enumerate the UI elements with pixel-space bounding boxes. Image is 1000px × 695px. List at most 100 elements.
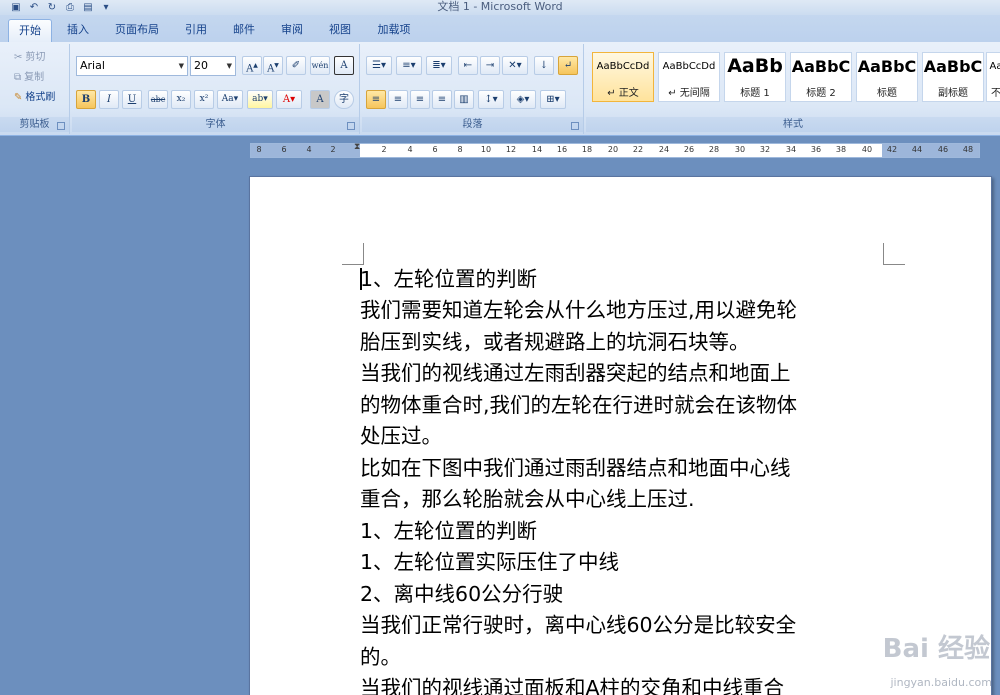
ruler-number: 14 bbox=[531, 145, 543, 154]
tab-references[interactable]: 引用 bbox=[178, 19, 214, 42]
font-name-combo[interactable]: Arial ▼ bbox=[76, 56, 188, 76]
horizontal-ruler[interactable]: 8 6 4 2 2 4 6 8 10 12 14 16 18 20 22 24 26 28 30 32 34 36 38 40… bbox=[250, 142, 980, 158]
shading-icon[interactable]: ◈▾ bbox=[510, 90, 536, 109]
ruler-number: 28 bbox=[708, 145, 720, 154]
style-name: ↵ 无间隔 bbox=[668, 88, 710, 99]
align-left-icon[interactable]: ≡ bbox=[366, 90, 386, 109]
ruler-number: 48 bbox=[962, 145, 974, 154]
ruler-number: 46 bbox=[937, 145, 949, 154]
bold-button[interactable]: B bbox=[76, 90, 96, 109]
ruler-number: 42 bbox=[886, 145, 898, 154]
ruler-number: 26 bbox=[683, 145, 695, 154]
bullets-icon[interactable]: ☰▾ bbox=[366, 56, 392, 75]
tab-view[interactable]: 视图 bbox=[322, 19, 358, 42]
style-subtitle[interactable]: AaBbC 副标题 bbox=[922, 52, 984, 102]
chevron-down-icon: ▼ bbox=[226, 62, 232, 70]
italic-button[interactable]: I bbox=[99, 90, 119, 109]
align-center-icon[interactable]: ≡ bbox=[388, 90, 408, 109]
style-heading-2[interactable]: AaBbC 标题 2 bbox=[790, 52, 852, 102]
ruler-number: 10 bbox=[480, 145, 492, 154]
enclose-characters-icon[interactable]: 字 bbox=[334, 90, 354, 109]
document-line: 当我们的视线通过左雨刮器突起的结点和地面上 bbox=[360, 361, 791, 385]
style-name: 不 bbox=[991, 88, 1000, 99]
font-group-label: 字体 bbox=[72, 117, 359, 132]
ruler-number: 4 bbox=[306, 145, 312, 154]
styles-group: AaBbCcDd ↵ 正文 AaBbCcDd ↵ 无间隔 AaBb 标题 1 AaBb… bbox=[586, 44, 1000, 134]
asian-layout-icon[interactable]: ✕▾ bbox=[502, 56, 528, 75]
ruler-number: 34 bbox=[785, 145, 797, 154]
paragraph-group: ☰▾ ≡▾ ≣▾ ⇤ ⇥ ✕▾ ↓ ↵ ≡ ≡ ≡ ≡ ▥ ↕▾ ◈▾ ⊞▾ 段… bbox=[362, 44, 584, 134]
change-case-button[interactable]: Aa▾ bbox=[217, 90, 243, 109]
style-sample: AaBb bbox=[727, 55, 783, 77]
tab-page-layout[interactable]: 页面布局 bbox=[108, 19, 166, 42]
indent-marker-icon[interactable]: ⧗ bbox=[354, 142, 360, 152]
style-no-spacing[interactable]: AaBbCcDd ↵ 无间隔 bbox=[658, 52, 720, 102]
numbering-icon[interactable]: ≡▾ bbox=[396, 56, 422, 75]
copy-icon: ⧉ bbox=[14, 72, 22, 83]
style-title[interactable]: AaBbC 标题 bbox=[856, 52, 918, 102]
font-size-combo[interactable]: 20 ▼ bbox=[190, 56, 236, 76]
subscript-button[interactable]: x₂ bbox=[171, 90, 191, 109]
style-more[interactable]: Aa 不 bbox=[986, 52, 1000, 102]
paragraph-launcher[interactable] bbox=[571, 122, 579, 130]
watermark-url: jingyan.baidu.com bbox=[890, 676, 992, 689]
style-name: 副标题 bbox=[938, 88, 968, 99]
copy-button[interactable]: ⧉ 复制 bbox=[14, 68, 44, 88]
strikethrough-button[interactable]: abc bbox=[148, 90, 168, 109]
font-name-value: Arial bbox=[80, 59, 105, 72]
superscript-button[interactable]: x² bbox=[194, 90, 214, 109]
document-line: 的物体重合时,我们的左轮在行进时就会在该物体 bbox=[360, 393, 798, 417]
style-sample: AaBbC bbox=[857, 57, 917, 76]
ruler-number: 40 bbox=[861, 145, 873, 154]
show-marks-icon[interactable]: ↵ bbox=[558, 56, 578, 75]
ruler-number: 30 bbox=[734, 145, 746, 154]
increase-indent-icon[interactable]: ⇥ bbox=[480, 56, 500, 75]
tab-insert[interactable]: 插入 bbox=[60, 19, 96, 42]
character-border-icon[interactable]: A bbox=[334, 56, 354, 75]
clear-format-icon[interactable]: ✐ bbox=[286, 56, 306, 75]
format-painter-label: 格式刷 bbox=[25, 92, 56, 103]
tab-mailings[interactable]: 邮件 bbox=[226, 19, 262, 42]
font-launcher[interactable] bbox=[347, 122, 355, 130]
ruler-number: 8 bbox=[256, 145, 262, 154]
decrease-indent-icon[interactable]: ⇤ bbox=[458, 56, 478, 75]
format-painter-button[interactable]: ✎ 格式刷 bbox=[14, 88, 55, 108]
line-spacing-icon[interactable]: ↕▾ bbox=[478, 90, 504, 109]
document-line: 胎压到实线，或者规避路上的坑洞石块等。 bbox=[360, 330, 750, 354]
shrink-font-button[interactable]: A▼ bbox=[263, 56, 283, 75]
style-normal[interactable]: AaBbCcDd ↵ 正文 bbox=[592, 52, 654, 102]
justify-icon[interactable]: ≡ bbox=[432, 90, 452, 109]
text-cursor bbox=[360, 268, 362, 290]
tab-home[interactable]: 开始 bbox=[8, 19, 52, 42]
copy-label: 复制 bbox=[24, 72, 45, 83]
phonetic-guide-icon[interactable]: wén bbox=[310, 56, 330, 75]
style-name: 标题 2 bbox=[806, 88, 836, 99]
style-sample: AaBbC bbox=[923, 57, 983, 76]
document-line: 比如在下图中我们通过雨刮器结点和地面中心线 bbox=[360, 456, 791, 480]
style-sample: AaBbCcDd bbox=[662, 61, 716, 72]
distributed-icon[interactable]: ▥ bbox=[454, 90, 474, 109]
ruler-number: 44 bbox=[911, 145, 923, 154]
document-line: 处压过。 bbox=[360, 424, 442, 448]
margin-corner-top-right bbox=[883, 243, 905, 265]
align-right-icon[interactable]: ≡ bbox=[410, 90, 430, 109]
font-color-icon[interactable]: A▾ bbox=[276, 90, 302, 109]
character-shading-icon[interactable]: A bbox=[310, 90, 330, 109]
tab-review[interactable]: 审阅 bbox=[274, 19, 310, 42]
ruler-number: 12 bbox=[505, 145, 517, 154]
cut-button[interactable]: ✂ 剪切 bbox=[14, 48, 45, 68]
document-line: 1、左轮位置的判断 bbox=[360, 519, 538, 543]
ruler-number: 24 bbox=[658, 145, 670, 154]
grow-font-button[interactable]: A▲ bbox=[242, 56, 262, 75]
multilevel-list-icon[interactable]: ≣▾ bbox=[426, 56, 452, 75]
tab-addins[interactable]: 加载项 bbox=[370, 19, 418, 42]
chevron-down-icon: ▼ bbox=[178, 62, 184, 70]
style-heading-1[interactable]: AaBb 标题 1 bbox=[724, 52, 786, 102]
document-line: 的。 bbox=[360, 645, 401, 669]
highlight-icon[interactable]: ab▾ bbox=[247, 90, 273, 109]
styles-group-label: 样式 bbox=[586, 117, 1000, 132]
underline-button[interactable]: U bbox=[122, 90, 142, 109]
clipboard-launcher[interactable] bbox=[57, 122, 65, 130]
borders-icon[interactable]: ⊞▾ bbox=[540, 90, 566, 109]
sort-icon[interactable]: ↓ bbox=[534, 56, 554, 75]
